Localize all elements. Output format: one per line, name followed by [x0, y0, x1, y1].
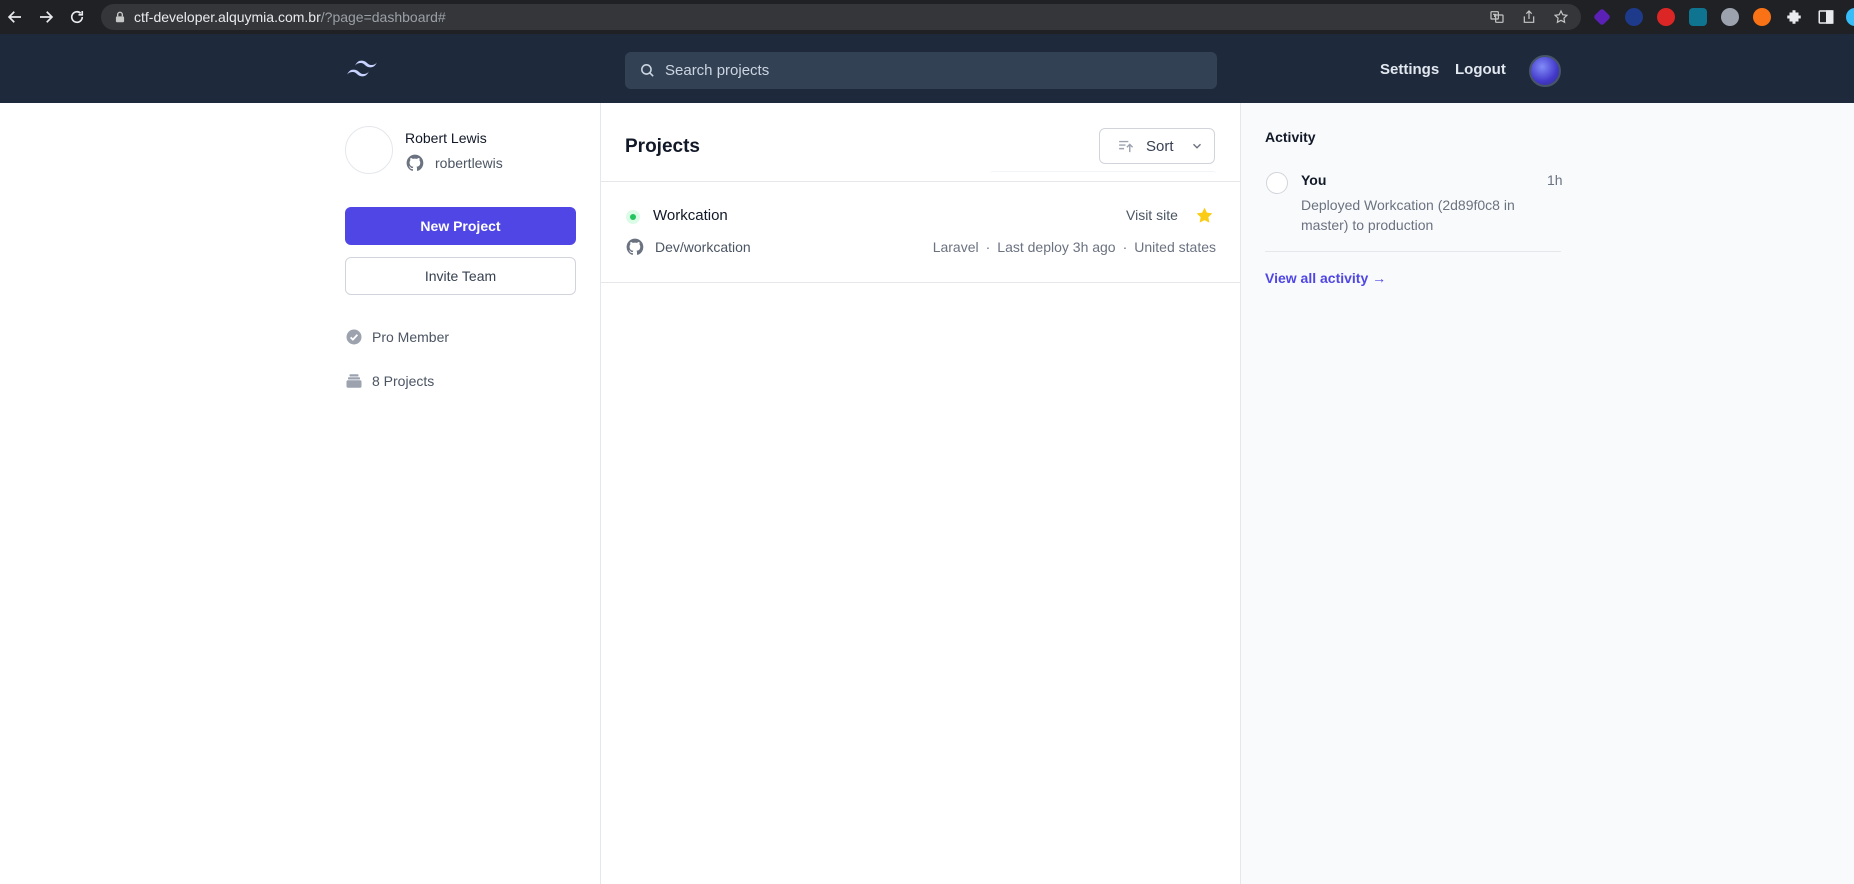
framework-label: Laravel — [932, 239, 979, 255]
bookmark-star-icon[interactable] — [1553, 9, 1569, 25]
chevron-down-icon — [1192, 143, 1201, 149]
visit-site-link[interactable]: Visit site — [1126, 207, 1178, 223]
app-header: Settings Logout — [0, 34, 1854, 103]
divider — [1265, 251, 1561, 252]
divider — [601, 181, 1240, 182]
divider — [600, 103, 601, 884]
extension-red-icon[interactable] — [1657, 8, 1675, 26]
forward-icon[interactable] — [37, 8, 55, 26]
star-icon[interactable] — [1195, 206, 1214, 225]
activity-title: Activity — [1265, 129, 1316, 145]
separator: · — [1122, 239, 1128, 255]
sort-ascending-icon — [1119, 140, 1134, 152]
lock-icon — [115, 11, 125, 23]
divider — [1240, 103, 1241, 884]
separator: · — [985, 239, 991, 255]
side-panel-icon[interactable] — [1817, 8, 1835, 26]
profile-name: Robert Lewis — [405, 130, 487, 146]
search-input[interactable] — [665, 52, 1205, 89]
tailwind-logo[interactable] — [345, 58, 383, 82]
sort-dropdown — [990, 171, 1216, 177]
profile-avatar — [345, 126, 393, 174]
address-bar[interactable]: ctf-developer.alquymia.com.br/?page=dash… — [101, 4, 1581, 30]
browser-toolbar: ctf-developer.alquymia.com.br/?page=dash… — [0, 0, 1854, 34]
extension-teal-icon[interactable] — [1689, 8, 1707, 26]
profile-badge-icon[interactable] — [1846, 8, 1854, 26]
url-host: ctf-developer.alquymia.com.br — [134, 9, 321, 25]
extension-gear-icon[interactable] — [1625, 8, 1643, 26]
github-icon — [406, 154, 424, 171]
logout-link[interactable]: Logout — [1455, 61, 1506, 78]
last-deploy-label: Last deploy 3h ago — [997, 239, 1116, 255]
check-badge-icon — [346, 329, 362, 345]
url-path: /?page=dashboard# — [320, 9, 446, 25]
share-icon[interactable] — [1521, 9, 1537, 25]
extension-purple-icon[interactable] — [1593, 8, 1611, 26]
user-avatar[interactable] — [1529, 55, 1561, 87]
translate-icon[interactable] — [1489, 9, 1505, 25]
membership-stat: Pro Member — [345, 327, 449, 347]
reload-icon[interactable] — [68, 8, 86, 26]
sort-label: Sort — [1146, 137, 1174, 155]
activity-avatar — [1266, 172, 1288, 194]
collection-icon — [346, 374, 362, 388]
sort-button[interactable]: Sort — [1099, 128, 1215, 164]
search-icon — [641, 64, 654, 77]
github-icon — [626, 238, 644, 255]
activity-user: You — [1301, 172, 1327, 188]
page-title: Projects — [625, 136, 700, 157]
location-label: United states — [1134, 239, 1216, 255]
project-name[interactable]: Workcation — [653, 207, 728, 224]
status-indicator — [626, 210, 640, 224]
projects-stat: 8 Projects — [345, 371, 434, 391]
repo-name: Dev/workcation — [655, 239, 751, 255]
extension-gray-icon[interactable] — [1721, 8, 1739, 26]
back-icon[interactable] — [6, 8, 24, 26]
invite-team-button[interactable]: Invite Team — [345, 257, 576, 295]
search-bar[interactable] — [625, 52, 1217, 89]
activity-time: 1h — [1547, 172, 1563, 188]
extensions-icon[interactable] — [1785, 8, 1803, 26]
project-meta: Laravel · Last deploy 3h ago · United states — [933, 239, 1216, 255]
projects-count: 8 Projects — [372, 373, 435, 389]
settings-link[interactable]: Settings — [1380, 61, 1439, 78]
profile-handle: robertlewis — [435, 155, 503, 171]
extension-orange-icon[interactable] — [1753, 8, 1771, 26]
divider — [601, 282, 1240, 283]
url-text: ctf-developer.alquymia.com.br/?page=dash… — [134, 9, 446, 25]
activity-description: Deployed Workcation (2d89f0c8 in master)… — [1301, 197, 1515, 233]
view-all-activity-link[interactable]: View all activity → — [1265, 270, 1386, 286]
membership-label: Pro Member — [372, 329, 450, 345]
new-project-button[interactable]: New Project — [345, 207, 576, 245]
